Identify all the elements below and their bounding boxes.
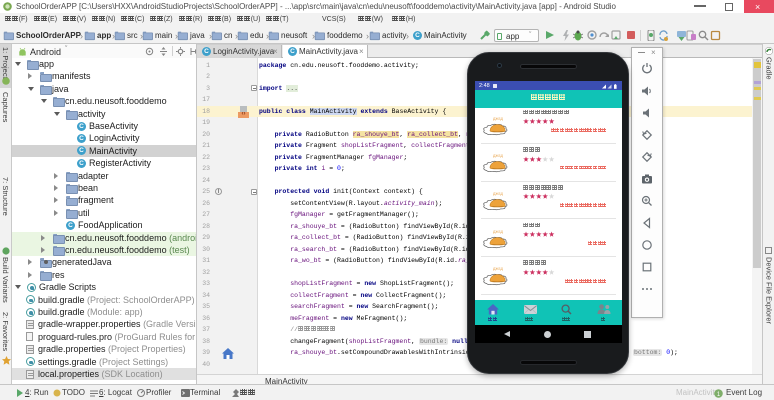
svg-text:ДЖБД: ДЖБД xyxy=(493,154,504,158)
svg-text:ДЖБД: ДЖБД xyxy=(493,230,504,234)
svg-text:ДЖБД: ДЖБД xyxy=(493,267,504,271)
svg-text:ДЖБД: ДЖБД xyxy=(493,192,504,196)
svg-text:ДЖБД: ДЖБД xyxy=(493,117,504,121)
